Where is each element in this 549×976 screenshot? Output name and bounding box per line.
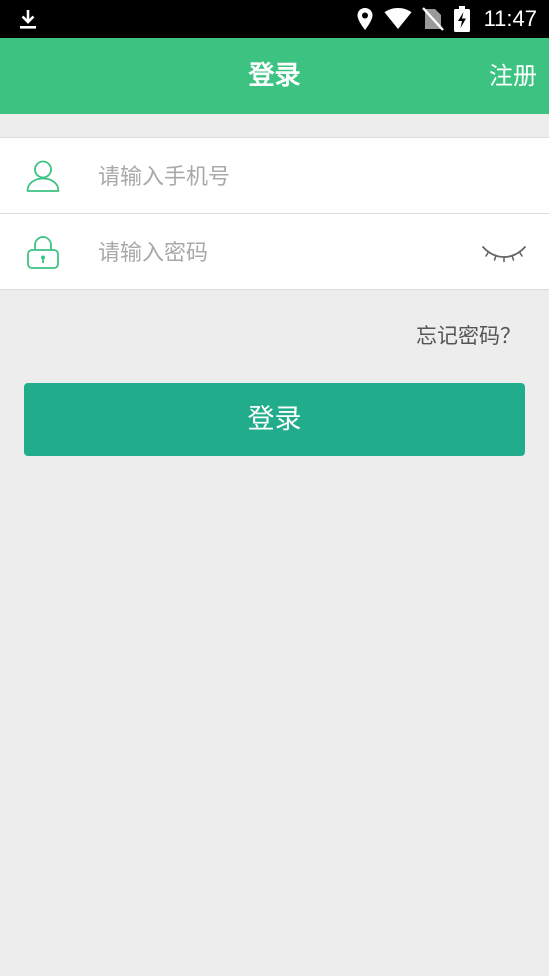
status-icons: 11:47 xyxy=(356,0,537,38)
phone-input[interactable] xyxy=(96,156,460,198)
login-button[interactable]: 登录 xyxy=(24,383,525,456)
login-form xyxy=(0,137,549,290)
status-time: 11:47 xyxy=(483,6,537,31)
battery-charging-icon xyxy=(453,6,470,32)
status-bar: 11:47 xyxy=(0,0,549,38)
forgot-password-link[interactable]: 忘记密码？ xyxy=(416,320,521,350)
user-icon xyxy=(26,160,60,192)
lock-icon xyxy=(27,236,59,269)
password-input[interactable] xyxy=(96,232,460,274)
eye-closed-icon[interactable] xyxy=(481,237,527,267)
phone-row xyxy=(0,138,549,213)
wifi-icon xyxy=(384,8,412,29)
app-bar: 登录 注册 xyxy=(0,38,549,114)
register-button[interactable]: 注册 xyxy=(489,38,537,114)
download-icon xyxy=(20,10,36,29)
location-icon xyxy=(357,8,373,30)
page-title: 登录 xyxy=(248,61,301,91)
password-row xyxy=(0,213,549,289)
no-sim-icon xyxy=(421,7,444,31)
